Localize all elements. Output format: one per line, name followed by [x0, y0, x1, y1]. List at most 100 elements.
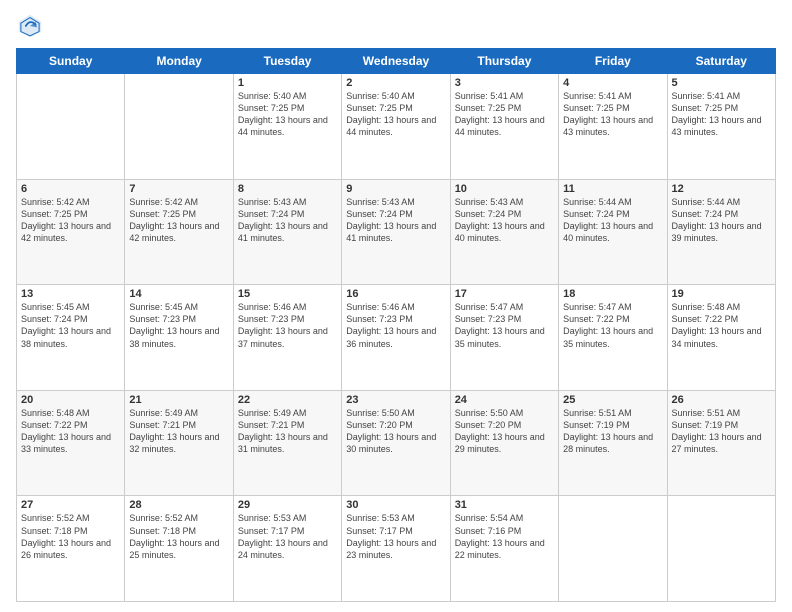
calendar-cell: 7Sunrise: 5:42 AM Sunset: 7:25 PM Daylig… — [125, 179, 233, 285]
day-info: Sunrise: 5:48 AM Sunset: 7:22 PM Dayligh… — [672, 301, 771, 350]
calendar-cell: 14Sunrise: 5:45 AM Sunset: 7:23 PM Dayli… — [125, 285, 233, 391]
calendar-cell: 22Sunrise: 5:49 AM Sunset: 7:21 PM Dayli… — [233, 390, 341, 496]
calendar-cell: 4Sunrise: 5:41 AM Sunset: 7:25 PM Daylig… — [559, 74, 667, 180]
day-info: Sunrise: 5:40 AM Sunset: 7:25 PM Dayligh… — [238, 90, 337, 139]
day-number: 3 — [455, 77, 554, 89]
calendar-table: SundayMondayTuesdayWednesdayThursdayFrid… — [16, 48, 776, 602]
calendar-cell: 25Sunrise: 5:51 AM Sunset: 7:19 PM Dayli… — [559, 390, 667, 496]
calendar-cell: 31Sunrise: 5:54 AM Sunset: 7:16 PM Dayli… — [450, 496, 558, 602]
day-info: Sunrise: 5:50 AM Sunset: 7:20 PM Dayligh… — [455, 407, 554, 456]
day-info: Sunrise: 5:51 AM Sunset: 7:19 PM Dayligh… — [672, 407, 771, 456]
day-info: Sunrise: 5:49 AM Sunset: 7:21 PM Dayligh… — [238, 407, 337, 456]
calendar-cell — [17, 74, 125, 180]
calendar-cell: 13Sunrise: 5:45 AM Sunset: 7:24 PM Dayli… — [17, 285, 125, 391]
calendar-cell: 11Sunrise: 5:44 AM Sunset: 7:24 PM Dayli… — [559, 179, 667, 285]
calendar-cell: 29Sunrise: 5:53 AM Sunset: 7:17 PM Dayli… — [233, 496, 341, 602]
day-info: Sunrise: 5:41 AM Sunset: 7:25 PM Dayligh… — [672, 90, 771, 139]
calendar-week-4: 20Sunrise: 5:48 AM Sunset: 7:22 PM Dayli… — [17, 390, 776, 496]
calendar-cell — [559, 496, 667, 602]
day-number: 11 — [563, 183, 662, 195]
calendar-cell: 2Sunrise: 5:40 AM Sunset: 7:25 PM Daylig… — [342, 74, 450, 180]
calendar-week-1: 1Sunrise: 5:40 AM Sunset: 7:25 PM Daylig… — [17, 74, 776, 180]
calendar-cell: 30Sunrise: 5:53 AM Sunset: 7:17 PM Dayli… — [342, 496, 450, 602]
day-info: Sunrise: 5:43 AM Sunset: 7:24 PM Dayligh… — [455, 196, 554, 245]
calendar-cell — [667, 496, 775, 602]
logo — [16, 12, 46, 40]
day-info: Sunrise: 5:46 AM Sunset: 7:23 PM Dayligh… — [346, 301, 445, 350]
day-info: Sunrise: 5:53 AM Sunset: 7:17 PM Dayligh… — [346, 512, 445, 561]
calendar-cell: 26Sunrise: 5:51 AM Sunset: 7:19 PM Dayli… — [667, 390, 775, 496]
day-info: Sunrise: 5:48 AM Sunset: 7:22 PM Dayligh… — [21, 407, 120, 456]
day-info: Sunrise: 5:52 AM Sunset: 7:18 PM Dayligh… — [21, 512, 120, 561]
day-info: Sunrise: 5:54 AM Sunset: 7:16 PM Dayligh… — [455, 512, 554, 561]
calendar-cell: 28Sunrise: 5:52 AM Sunset: 7:18 PM Dayli… — [125, 496, 233, 602]
day-number: 9 — [346, 183, 445, 195]
day-number: 26 — [672, 394, 771, 406]
day-info: Sunrise: 5:41 AM Sunset: 7:25 PM Dayligh… — [455, 90, 554, 139]
day-number: 27 — [21, 499, 120, 511]
day-number: 19 — [672, 288, 771, 300]
day-info: Sunrise: 5:45 AM Sunset: 7:24 PM Dayligh… — [21, 301, 120, 350]
day-number: 1 — [238, 77, 337, 89]
day-info: Sunrise: 5:43 AM Sunset: 7:24 PM Dayligh… — [346, 196, 445, 245]
day-number: 25 — [563, 394, 662, 406]
calendar-cell — [125, 74, 233, 180]
day-info: Sunrise: 5:47 AM Sunset: 7:22 PM Dayligh… — [563, 301, 662, 350]
day-info: Sunrise: 5:43 AM Sunset: 7:24 PM Dayligh… — [238, 196, 337, 245]
logo-icon — [16, 12, 44, 40]
day-number: 16 — [346, 288, 445, 300]
weekday-header-saturday: Saturday — [667, 49, 775, 74]
day-number: 29 — [238, 499, 337, 511]
day-number: 20 — [21, 394, 120, 406]
calendar-cell: 6Sunrise: 5:42 AM Sunset: 7:25 PM Daylig… — [17, 179, 125, 285]
day-info: Sunrise: 5:46 AM Sunset: 7:23 PM Dayligh… — [238, 301, 337, 350]
day-number: 7 — [129, 183, 228, 195]
calendar-cell: 16Sunrise: 5:46 AM Sunset: 7:23 PM Dayli… — [342, 285, 450, 391]
calendar-cell: 18Sunrise: 5:47 AM Sunset: 7:22 PM Dayli… — [559, 285, 667, 391]
day-info: Sunrise: 5:51 AM Sunset: 7:19 PM Dayligh… — [563, 407, 662, 456]
day-number: 22 — [238, 394, 337, 406]
day-number: 23 — [346, 394, 445, 406]
day-number: 30 — [346, 499, 445, 511]
day-number: 18 — [563, 288, 662, 300]
day-number: 8 — [238, 183, 337, 195]
day-number: 4 — [563, 77, 662, 89]
day-number: 17 — [455, 288, 554, 300]
calendar-cell: 5Sunrise: 5:41 AM Sunset: 7:25 PM Daylig… — [667, 74, 775, 180]
day-info: Sunrise: 5:49 AM Sunset: 7:21 PM Dayligh… — [129, 407, 228, 456]
calendar-cell: 19Sunrise: 5:48 AM Sunset: 7:22 PM Dayli… — [667, 285, 775, 391]
day-number: 28 — [129, 499, 228, 511]
day-number: 10 — [455, 183, 554, 195]
calendar-week-5: 27Sunrise: 5:52 AM Sunset: 7:18 PM Dayli… — [17, 496, 776, 602]
day-info: Sunrise: 5:44 AM Sunset: 7:24 PM Dayligh… — [672, 196, 771, 245]
calendar-cell: 3Sunrise: 5:41 AM Sunset: 7:25 PM Daylig… — [450, 74, 558, 180]
calendar-cell: 17Sunrise: 5:47 AM Sunset: 7:23 PM Dayli… — [450, 285, 558, 391]
day-info: Sunrise: 5:42 AM Sunset: 7:25 PM Dayligh… — [21, 196, 120, 245]
calendar-cell: 1Sunrise: 5:40 AM Sunset: 7:25 PM Daylig… — [233, 74, 341, 180]
day-info: Sunrise: 5:41 AM Sunset: 7:25 PM Dayligh… — [563, 90, 662, 139]
calendar-cell: 8Sunrise: 5:43 AM Sunset: 7:24 PM Daylig… — [233, 179, 341, 285]
calendar-cell: 9Sunrise: 5:43 AM Sunset: 7:24 PM Daylig… — [342, 179, 450, 285]
calendar-cell: 12Sunrise: 5:44 AM Sunset: 7:24 PM Dayli… — [667, 179, 775, 285]
calendar-cell: 21Sunrise: 5:49 AM Sunset: 7:21 PM Dayli… — [125, 390, 233, 496]
weekday-header-thursday: Thursday — [450, 49, 558, 74]
day-info: Sunrise: 5:52 AM Sunset: 7:18 PM Dayligh… — [129, 512, 228, 561]
calendar-cell: 23Sunrise: 5:50 AM Sunset: 7:20 PM Dayli… — [342, 390, 450, 496]
weekday-header-wednesday: Wednesday — [342, 49, 450, 74]
day-number: 31 — [455, 499, 554, 511]
day-info: Sunrise: 5:45 AM Sunset: 7:23 PM Dayligh… — [129, 301, 228, 350]
weekday-header-monday: Monday — [125, 49, 233, 74]
weekday-header-row: SundayMondayTuesdayWednesdayThursdayFrid… — [17, 49, 776, 74]
day-info: Sunrise: 5:42 AM Sunset: 7:25 PM Dayligh… — [129, 196, 228, 245]
weekday-header-friday: Friday — [559, 49, 667, 74]
weekday-header-tuesday: Tuesday — [233, 49, 341, 74]
day-number: 6 — [21, 183, 120, 195]
calendar-cell: 24Sunrise: 5:50 AM Sunset: 7:20 PM Dayli… — [450, 390, 558, 496]
day-info: Sunrise: 5:40 AM Sunset: 7:25 PM Dayligh… — [346, 90, 445, 139]
day-number: 24 — [455, 394, 554, 406]
day-number: 15 — [238, 288, 337, 300]
calendar-cell: 27Sunrise: 5:52 AM Sunset: 7:18 PM Dayli… — [17, 496, 125, 602]
day-info: Sunrise: 5:50 AM Sunset: 7:20 PM Dayligh… — [346, 407, 445, 456]
calendar-week-3: 13Sunrise: 5:45 AM Sunset: 7:24 PM Dayli… — [17, 285, 776, 391]
day-number: 12 — [672, 183, 771, 195]
